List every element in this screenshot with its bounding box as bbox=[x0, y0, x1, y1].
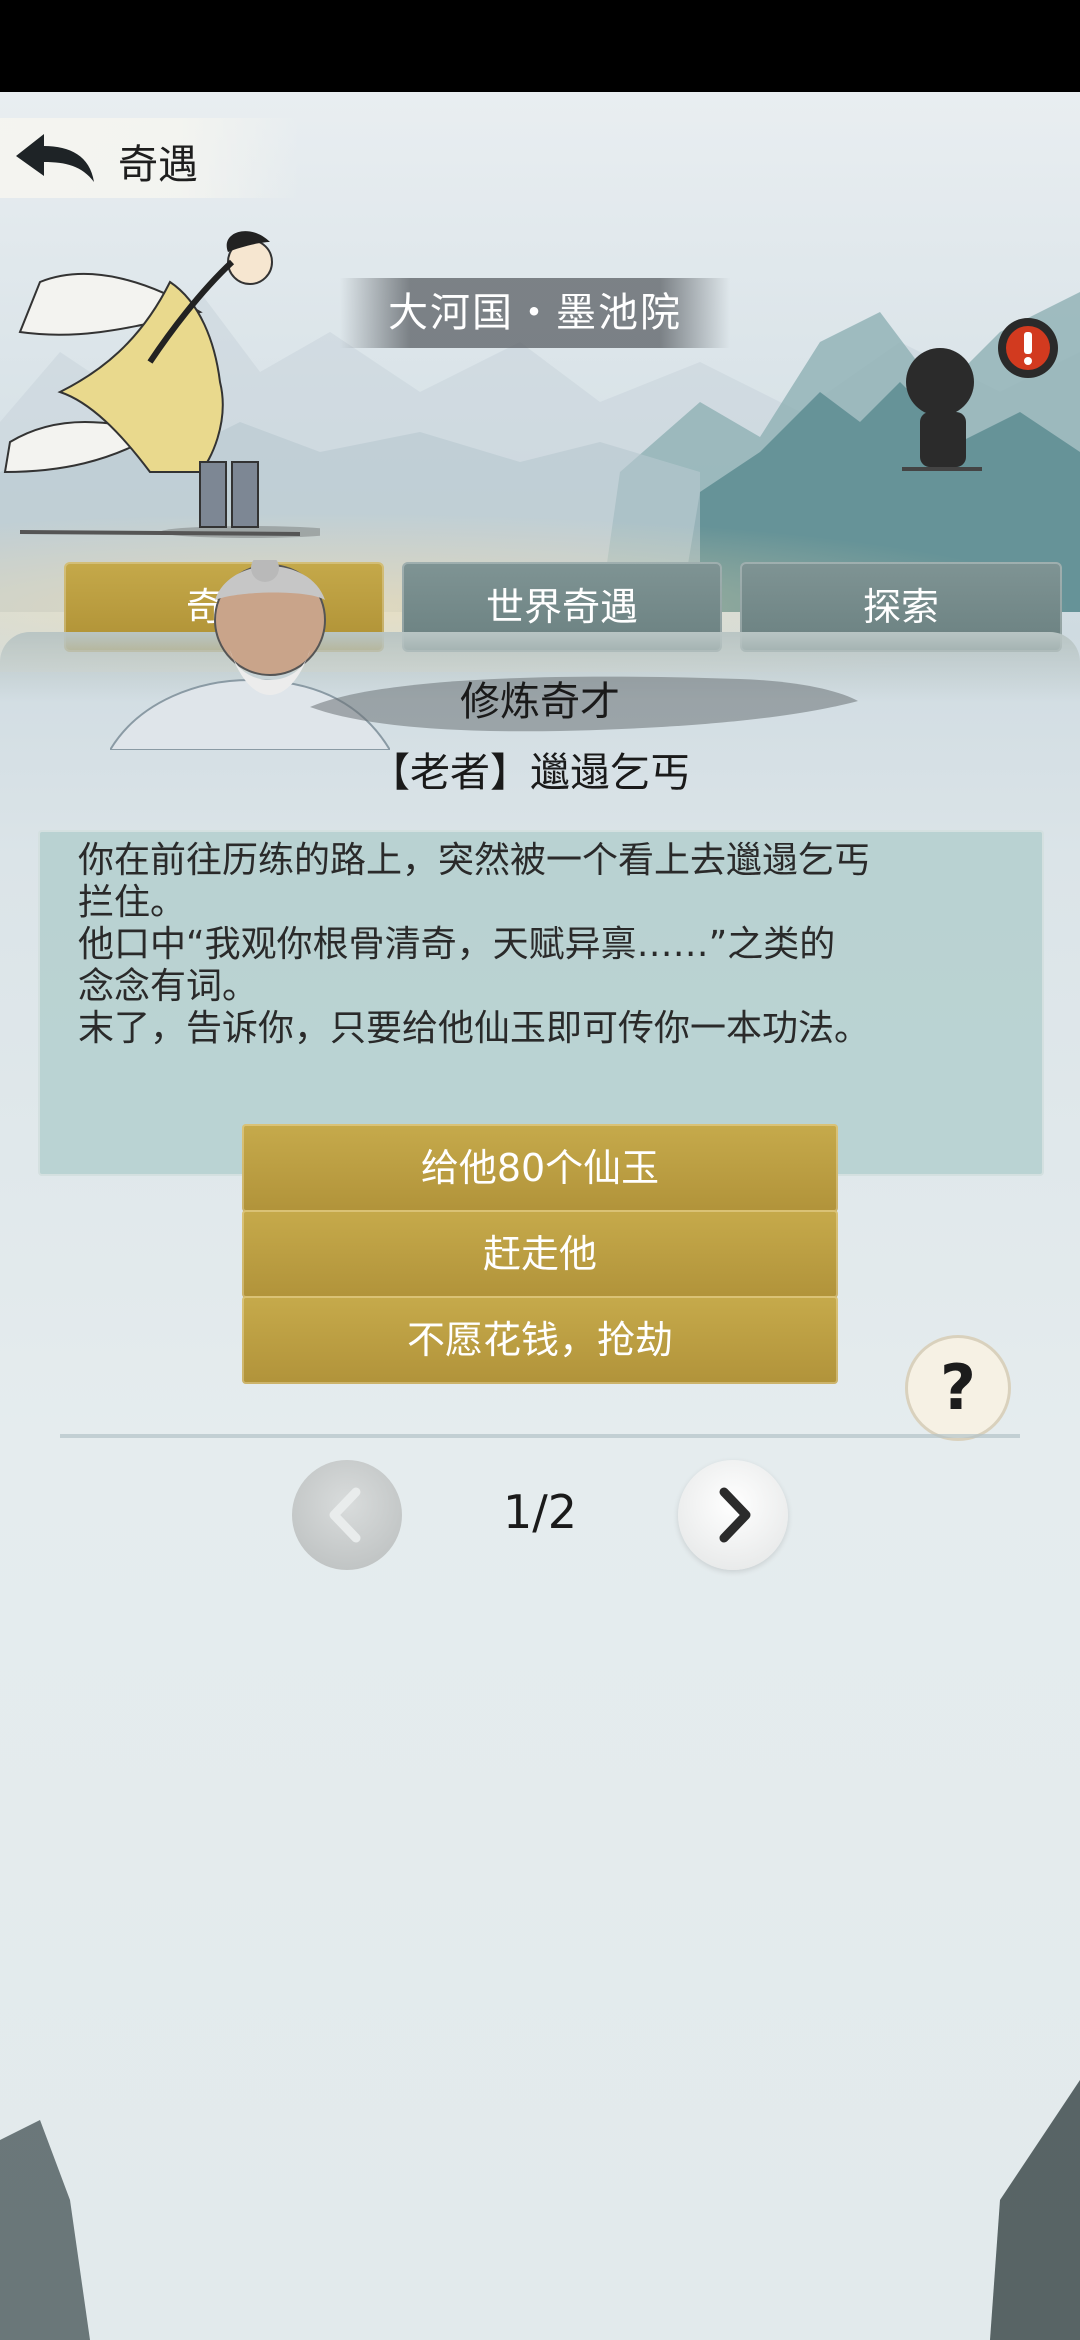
question-icon: ? bbox=[940, 1351, 976, 1424]
story-line: 拦住。 bbox=[78, 882, 187, 923]
story-line: 念念有词。 bbox=[78, 966, 259, 1007]
help-button[interactable]: ? bbox=[908, 1338, 1008, 1438]
choice-label: 赶走他 bbox=[482, 1232, 597, 1276]
npc-silhouette[interactable] bbox=[890, 332, 1000, 482]
choice-rob[interactable]: 不愿花钱，抢劫 bbox=[242, 1296, 838, 1384]
tab-label: 世界奇遇 bbox=[485, 585, 638, 629]
choice-drive-away[interactable]: 赶走他 bbox=[242, 1210, 838, 1298]
choice-label: 给他80个仙玉 bbox=[420, 1146, 660, 1190]
alert-badge[interactable] bbox=[998, 318, 1058, 378]
game-scene: 奇遇 大河国・墨池院 奇遇 世界奇遇 探索 bbox=[0, 92, 1080, 2340]
exclamation-icon bbox=[1006, 326, 1050, 370]
npc-name: 【老者】邋遢乞丐 bbox=[370, 750, 690, 796]
hero-character bbox=[3, 231, 320, 538]
choice-label: 不愿花钱，抢劫 bbox=[406, 1318, 673, 1362]
location-banner: 大河国・墨池院 bbox=[340, 278, 730, 348]
event-title: 修炼奇才 bbox=[460, 679, 620, 725]
story-line: 末了，告诉你，只要给他仙玉即可传你一本功法。 bbox=[78, 1008, 871, 1049]
tab-label: 探索 bbox=[862, 585, 939, 629]
bottom-divider bbox=[60, 1434, 1020, 1438]
choice-give-jade[interactable]: 给他80个仙玉 bbox=[242, 1124, 838, 1212]
prev-page-button[interactable] bbox=[292, 1460, 402, 1570]
page-indicator: 1/2 bbox=[502, 1485, 578, 1539]
chevron-left-icon bbox=[329, 1487, 361, 1543]
back-arrow-icon bbox=[16, 134, 94, 182]
next-page-button[interactable] bbox=[678, 1460, 788, 1570]
corner-rocks bbox=[0, 2080, 1080, 2340]
page-title: 奇遇 bbox=[118, 142, 198, 188]
story-line: 你在前往历练的路上，突然被一个看上去邋遢乞丐 bbox=[78, 840, 871, 881]
story-text: 你在前往历练的路上，突然被一个看上去邋遢乞丐 拦住。 他口中“我观你根骨清奇，天… bbox=[78, 840, 1018, 1050]
story-line: 他口中“我观你根骨清奇，天赋异禀……”之类的 bbox=[78, 924, 836, 965]
chevron-right-icon bbox=[719, 1487, 751, 1543]
back-button[interactable] bbox=[10, 128, 100, 188]
